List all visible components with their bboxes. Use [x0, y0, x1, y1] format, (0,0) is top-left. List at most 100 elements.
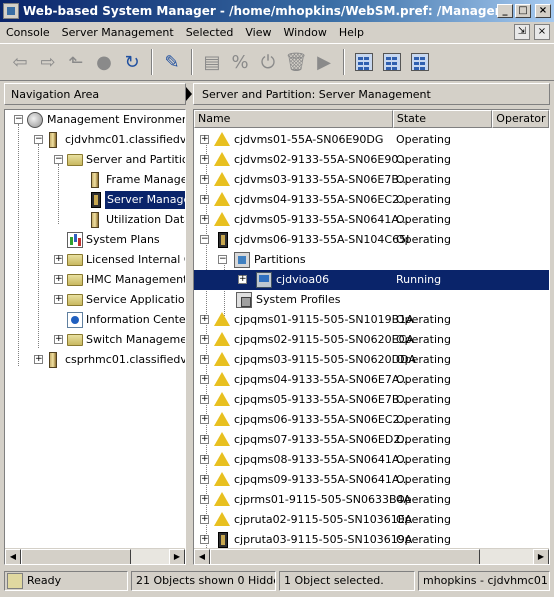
expand-toggle[interactable]: +: [54, 275, 63, 284]
menu-console[interactable]: Console: [0, 26, 56, 39]
collapse-toggle[interactable]: −: [14, 115, 23, 124]
panel-splitter[interactable]: [186, 83, 192, 565]
scroll-right-button[interactable]: ▶: [533, 549, 549, 564]
menu-help[interactable]: Help: [333, 26, 370, 39]
expand-toggle[interactable]: +: [200, 215, 209, 224]
expand-toggle[interactable]: +: [200, 435, 209, 444]
table-row[interactable]: + cjdvms03-9133-55A-SN06E7B... Operating: [194, 170, 549, 190]
expand-toggle[interactable]: +: [200, 315, 209, 324]
table-row[interactable]: + cjpruta02-9115-505-SN10361EA Operating: [194, 510, 549, 530]
expand-toggle[interactable]: +: [200, 475, 209, 484]
expand-toggle[interactable]: +: [200, 155, 209, 164]
menu-selected[interactable]: Selected: [180, 26, 240, 39]
tree-details-icon[interactable]: [378, 48, 406, 76]
table-row[interactable]: + cjpqms02-9115-505-SN0620ECA Operating: [194, 330, 549, 350]
column-operator-panel[interactable]: Operator P: [492, 110, 549, 128]
percent-icon[interactable]: %: [226, 48, 254, 76]
table-row[interactable]: + cjprms01-9115-505-SN0633B4A Operating: [194, 490, 549, 510]
table-row[interactable]: + cjdvms02-9133-55A-SN06E90... Operating: [194, 150, 549, 170]
minimize-button[interactable]: _: [497, 4, 513, 18]
properties-icon[interactable]: ▤: [198, 48, 226, 76]
table-row[interactable]: + cjpqms01-9115-505-SN1019B1A Operating: [194, 310, 549, 330]
expand-toggle[interactable]: +: [34, 355, 43, 364]
run-icon[interactable]: ▶: [310, 48, 338, 76]
tree-item-hmc-management[interactable]: + HMC Management: [5, 270, 185, 290]
tree-item-management-environment[interactable]: − Management Environment: [5, 110, 185, 130]
collapse-arrow-icon[interactable]: [186, 87, 192, 101]
column-name[interactable]: Name: [194, 110, 393, 128]
expand-toggle[interactable]: +: [54, 335, 63, 344]
table-row[interactable]: + cjdvms04-9133-55A-SN06EC2... Operating: [194, 190, 549, 210]
collapse-toggle[interactable]: −: [34, 135, 43, 144]
table-row[interactable]: + cjpruta03-9115-505-SN103619A Operating: [194, 530, 549, 550]
table-row[interactable]: + cjdvms05-9133-55A-SN0641A... Operating: [194, 210, 549, 230]
stop-icon[interactable]: ●: [90, 48, 118, 76]
menu-server-management[interactable]: Server Management: [56, 26, 180, 39]
expand-toggle[interactable]: +: [200, 335, 209, 344]
tree-view-icon[interactable]: [350, 48, 378, 76]
table-row[interactable]: − cjdvms06-9133-55A-SN104C65I Operating: [194, 230, 549, 250]
tree-item-csprhmc01[interactable]: + csprhmc01.classifiedve: [5, 350, 185, 370]
expand-toggle[interactable]: +: [200, 515, 209, 524]
scroll-right-button[interactable]: ▶: [169, 549, 185, 564]
table-row[interactable]: + cjpqms06-9133-55A-SN06EC2... Operating: [194, 410, 549, 430]
tree-item-utilization-data[interactable]: Utilization Data M: [5, 210, 185, 230]
menu-window[interactable]: Window: [278, 26, 333, 39]
table-row[interactable]: + cjdvms01-55A-SN06E90DG Operating: [194, 130, 549, 150]
tree-item-switch-management[interactable]: + Switch Management: [5, 330, 185, 350]
expand-toggle[interactable]: +: [200, 535, 209, 544]
tree-item-service-applications[interactable]: + Service Applications: [5, 290, 185, 310]
forward-arrow-icon[interactable]: ⇨: [34, 48, 62, 76]
collapse-toggle[interactable]: −: [54, 155, 63, 164]
table-row[interactable]: + cjpqms09-9133-55A-SN0641A... Operating: [194, 470, 549, 490]
scroll-left-button[interactable]: ◀: [194, 549, 210, 564]
expand-toggle[interactable]: +: [200, 175, 209, 184]
column-state[interactable]: State: [392, 110, 493, 128]
expand-toggle[interactable]: +: [200, 495, 209, 504]
expand-toggle[interactable]: +: [54, 255, 63, 264]
delete-icon[interactable]: 🗑: [282, 48, 310, 76]
expand-toggle[interactable]: +: [200, 455, 209, 464]
table-row[interactable]: + cjpqms04-9133-55A-SN06E7A... Operating: [194, 370, 549, 390]
tree-item-system-plans[interactable]: System Plans: [5, 230, 185, 250]
tree-item-server-and-partition[interactable]: − Server and Partition: [5, 150, 185, 170]
table-row-partitions[interactable]: − Partitions: [194, 250, 549, 270]
power-icon[interactable]: ⏻: [254, 48, 282, 76]
close-button[interactable]: ×: [535, 4, 551, 18]
table-row-system-profiles[interactable]: System Profiles: [194, 290, 549, 310]
tree-item-frame-management[interactable]: Frame Managem: [5, 170, 185, 190]
expand-toggle[interactable]: +: [200, 395, 209, 404]
expand-toggle[interactable]: +: [54, 295, 63, 304]
table-row-selected[interactable]: + cjdvioa06 Running: [194, 270, 549, 290]
table-row[interactable]: + cjpqms07-9133-55A-SN06ED2... Operating: [194, 430, 549, 450]
scroll-thumb[interactable]: [210, 549, 480, 564]
tree-item-information-center[interactable]: Information Center a: [5, 310, 185, 330]
table-row[interactable]: + cjpqms05-9133-55A-SN06E7B... Operating: [194, 390, 549, 410]
details-view-icon[interactable]: [406, 48, 434, 76]
expand-toggle[interactable]: +: [200, 195, 209, 204]
table-row[interactable]: + cjpqms03-9115-505-SN0620DDA Operating: [194, 350, 549, 370]
scroll-left-button[interactable]: ◀: [5, 549, 21, 564]
tree-item-server-management[interactable]: Server Managen: [5, 190, 185, 210]
expand-toggle[interactable]: +: [200, 415, 209, 424]
content-horizontal-scrollbar[interactable]: ◀ ▶: [194, 548, 549, 564]
tree-item-cjdvhmc01[interactable]: − cjdvhmc01.classifiedve: [5, 130, 185, 150]
restore-panel-icon[interactable]: ⇲: [514, 24, 530, 40]
collapse-toggle[interactable]: −: [200, 235, 209, 244]
back-arrow-icon[interactable]: ⇦: [6, 48, 34, 76]
up-folder-icon[interactable]: ⬑: [62, 48, 90, 76]
expand-toggle[interactable]: +: [238, 275, 247, 284]
maximize-button[interactable]: □: [515, 4, 531, 18]
find-icon[interactable]: ✎: [158, 48, 186, 76]
collapse-toggle[interactable]: −: [218, 255, 227, 264]
refresh-icon[interactable]: ↻: [118, 48, 146, 76]
menu-view[interactable]: View: [239, 26, 277, 39]
scroll-thumb[interactable]: [21, 549, 131, 564]
expand-toggle[interactable]: +: [200, 375, 209, 384]
expand-toggle[interactable]: +: [200, 135, 209, 144]
tree-item-licensed-internal-code[interactable]: + Licensed Internal Co: [5, 250, 185, 270]
nav-horizontal-scrollbar[interactable]: ◀ ▶: [5, 548, 185, 564]
expand-toggle[interactable]: +: [200, 355, 209, 364]
close-panel-icon[interactable]: ×: [534, 24, 550, 40]
table-row[interactable]: + cjpqms08-9133-55A-SN0641A... Operating: [194, 450, 549, 470]
